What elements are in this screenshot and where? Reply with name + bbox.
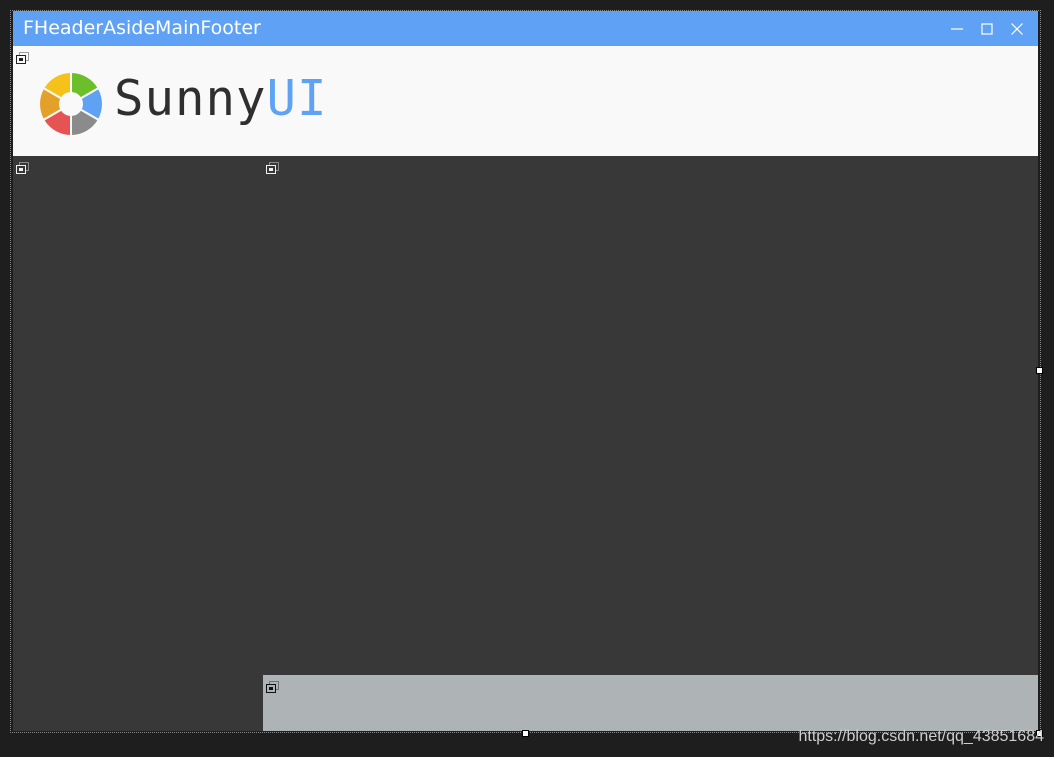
maximize-icon[interactable] bbox=[978, 20, 996, 38]
close-icon[interactable] bbox=[1008, 20, 1026, 38]
resize-handle-bottom[interactable] bbox=[522, 730, 529, 737]
watermark-text: https://blog.csdn.net/qq_43851684 bbox=[798, 728, 1044, 745]
panel-glyph-icon bbox=[266, 679, 280, 693]
panel-glyph-icon bbox=[266, 160, 280, 174]
form-window[interactable]: FHeaderAsideMainFooter SunnyUI bbox=[13, 11, 1038, 731]
logo-text-accent: UI bbox=[266, 70, 328, 127]
minimize-icon[interactable] bbox=[948, 20, 966, 38]
panel-glyph-icon bbox=[16, 160, 30, 174]
footer-panel[interactable] bbox=[263, 675, 1038, 731]
resize-handle-right[interactable] bbox=[1036, 367, 1043, 374]
header-panel[interactable]: SunnyUI bbox=[13, 46, 1038, 156]
window-title: FHeaderAsideMainFooter bbox=[23, 17, 261, 39]
aside-panel[interactable] bbox=[13, 156, 263, 731]
title-bar[interactable]: FHeaderAsideMainFooter bbox=[13, 11, 1038, 46]
logo-text-main: Sunny bbox=[114, 70, 267, 127]
sunnyui-logo-icon bbox=[38, 70, 104, 138]
main-panel[interactable] bbox=[263, 156, 1038, 675]
panel-glyph-icon bbox=[16, 50, 30, 64]
logo-text: SunnyUI bbox=[114, 71, 328, 127]
